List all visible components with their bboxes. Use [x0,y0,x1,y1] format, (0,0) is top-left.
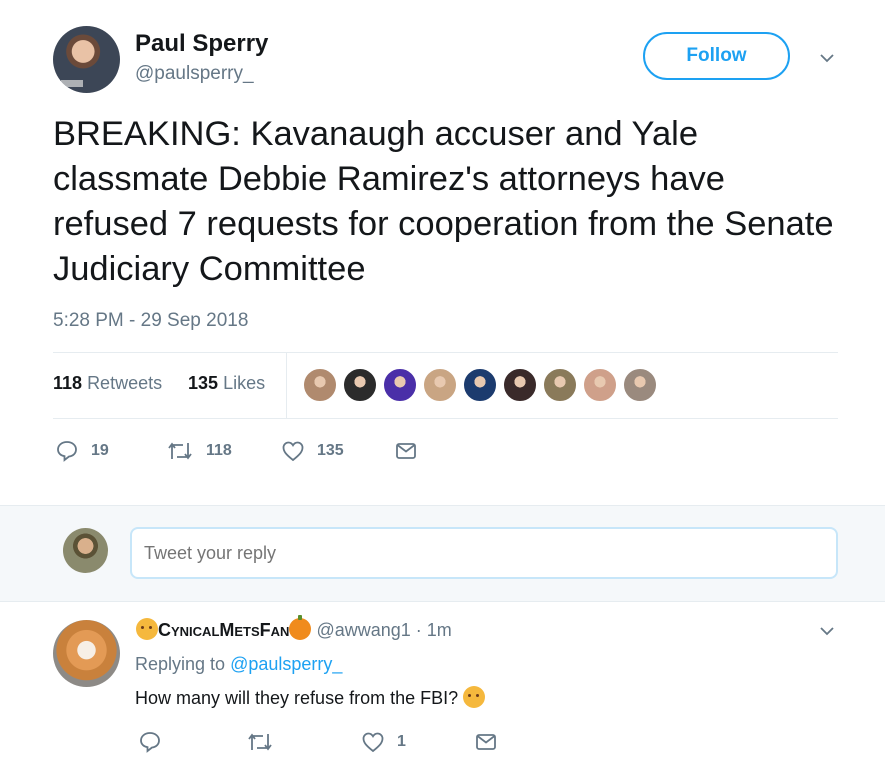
reply-button[interactable]: 19 [55,439,109,463]
reply-count: 19 [91,442,109,459]
reply-like-count: 1 [397,733,406,750]
liker-avatar[interactable] [583,368,617,402]
reply-input[interactable] [130,527,838,579]
thinking-emoji-icon [463,686,486,708]
tweet-timestamp[interactable]: 5:28 PM - 29 Sep 2018 [53,310,248,332]
reply-time: · 1m [415,620,452,640]
like-count: 135 [317,442,344,459]
like-icon [362,732,384,753]
reply-author-handle: @awwang1 [316,620,411,640]
reply-text: How many will they refuse from the FBI? [135,686,486,709]
reply-text-body: How many will they refuse from the FBI? [135,688,459,708]
retweet-button[interactable]: 118 [166,439,232,463]
author-handle[interactable]: @paulsperry_ [135,63,254,85]
divider [53,352,838,353]
pumpkin-emoji-icon [289,615,312,640]
reply-icon [140,732,160,753]
reply-author[interactable]: CynicalMetsFan @awwang1 · 1m [136,615,452,641]
reply-message-button[interactable] [474,730,498,754]
chevron-down-icon[interactable] [820,624,834,638]
liker-avatar[interactable] [543,368,577,402]
retweet-icon [248,733,272,751]
reply-author-name: CynicalMetsFan [158,620,290,640]
likes-count: 135 [188,373,219,393]
current-user-avatar [63,528,108,573]
reply-icon [57,441,77,462]
like-icon [282,441,304,462]
message-button[interactable] [394,439,418,463]
author-avatar[interactable] [53,26,120,93]
liker-avatar[interactable] [423,368,457,402]
liker-avatar[interactable] [503,368,537,402]
replying-to-link[interactable]: @paulsperry_ [230,654,342,674]
message-icon [476,734,496,750]
tweet-text: BREAKING: Kavanaugh accuser and Yale cla… [53,115,834,288]
liker-avatar[interactable] [623,368,657,402]
liker-avatar[interactable] [343,368,377,402]
replying-to: Replying to @paulsperry_ [135,654,342,675]
liker-avatar[interactable] [463,368,497,402]
reply-like-button[interactable]: 1 [361,730,406,754]
author-name[interactable]: Paul Sperry [135,30,268,58]
retweets-stat[interactable]: 118 Retweets [53,373,162,394]
liker-avatar[interactable] [303,368,337,402]
stats-divider [286,352,287,418]
message-icon [396,443,416,459]
follow-button[interactable]: Follow [643,32,790,80]
likes-label: Likes [223,373,266,393]
liker-avatars [303,368,663,402]
retweets-count: 118 [53,373,83,393]
retweet-icon [168,442,192,460]
likes-stat[interactable]: 135 Likes [188,373,265,394]
reply-reply-button[interactable] [138,730,162,754]
like-button[interactable]: 135 [281,439,344,463]
thinking-emoji-icon [136,618,158,640]
reply-author-avatar[interactable] [53,620,120,687]
divider [53,418,838,419]
liker-avatar[interactable] [383,368,417,402]
chevron-down-icon[interactable] [820,51,834,65]
replying-prefix: Replying to [135,654,226,674]
retweet-count: 118 [206,442,232,459]
reply-retweet-button[interactable] [246,730,274,754]
retweets-label: Retweets [87,373,163,393]
